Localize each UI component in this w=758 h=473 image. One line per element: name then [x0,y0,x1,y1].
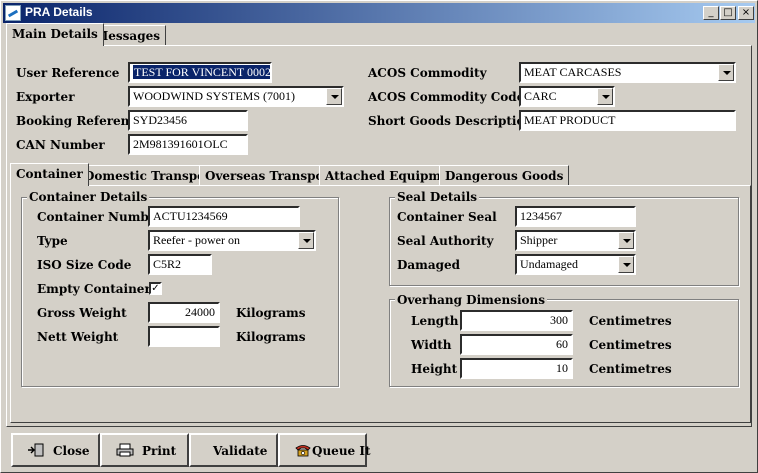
can-number-input[interactable]: 2M981391601OLC [128,134,248,155]
gross-weight-unit: Kilograms [236,306,306,320]
damaged-value: Undamaged [520,257,578,271]
close-window-button[interactable]: × [738,6,754,20]
gross-weight-input[interactable]: 24000 [148,302,220,323]
container-seal-input[interactable]: 1234567 [515,206,636,227]
acos-commodity-label: ACOS Commodity [368,66,487,80]
acos-commodity-value: MEAT CARCASES [524,65,622,79]
exit-door-icon [28,443,44,457]
container-details-title: Container Details [27,190,150,204]
minimize-button[interactable]: _ [703,6,719,20]
width-unit: Centimetres [589,338,672,352]
printer-icon [116,443,134,457]
type-label: Type [37,234,68,248]
width-input[interactable]: 60 [460,334,573,355]
user-reference-value: TEST FOR VINCENT 0002 [133,65,272,79]
iso-size-label: ISO Size Code [37,258,132,272]
nett-weight-unit: Kilograms [236,330,306,344]
tab-dangerous-goods[interactable]: Dangerous Goods [439,165,570,186]
acos-commodity-code-dropdown-icon[interactable] [597,88,613,105]
telephone-icon [295,445,311,457]
app-icon [5,5,21,21]
tab-container[interactable]: Container [10,163,89,186]
type-value: Reefer - power on [153,233,240,247]
seal-authority-label: Seal Authority [397,234,494,248]
close-label: Close [53,444,90,458]
acos-commodity-code-select[interactable]: CARC [519,86,615,107]
user-reference-label: User Reference [16,66,120,80]
empty-container-checkbox[interactable]: ✓ [149,282,162,295]
exporter-value: WOODWIND SYSTEMS (7001) [133,89,295,103]
gross-weight-label: Gross Weight [37,306,127,320]
user-reference-input[interactable]: TEST FOR VINCENT 0002 [128,62,272,83]
tab-main-details[interactable]: Main Details [6,23,104,46]
queue-it-label: Queue It [312,444,371,458]
container-number-label: Container Number [37,210,163,224]
nett-weight-input[interactable] [148,326,220,347]
validate-button[interactable]: Validate [189,433,278,467]
nett-weight-label: Nett Weight [37,330,119,344]
height-unit: Centimetres [589,362,672,376]
damaged-label: Damaged [397,258,461,272]
length-input[interactable]: 300 [460,310,573,331]
maximize-button[interactable]: □ [720,6,736,20]
can-number-label: CAN Number [16,138,105,152]
close-button[interactable]: Close [11,433,100,467]
exporter-select[interactable]: WOODWIND SYSTEMS (7001) [128,86,344,107]
damaged-select[interactable]: Undamaged [515,254,636,275]
height-label: Height [411,362,458,376]
exporter-dropdown-icon[interactable] [326,88,342,105]
overhang-dimensions-title: Overhang Dimensions [395,293,547,307]
height-input[interactable]: 10 [460,358,573,379]
seal-authority-value: Shipper [520,233,558,247]
queue-it-button[interactable]: Queue It [278,433,371,467]
booking-reference-input[interactable]: SYD23456 [128,110,248,131]
container-number-input[interactable]: ACTU1234569 [148,206,300,227]
booking-reference-label: Booking Reference [16,114,145,128]
short-goods-label: Short Goods Description [368,114,534,128]
print-button[interactable]: Print [100,433,189,467]
length-label: Length [411,314,459,328]
type-select[interactable]: Reefer - power on [148,230,316,251]
type-dropdown-icon[interactable] [298,232,314,249]
acos-commodity-code-label: ACOS Commodity Code [368,90,525,104]
container-seal-label: Container Seal [397,210,497,224]
empty-container-label: Empty Container [37,282,151,296]
print-label: Print [142,444,177,458]
damaged-dropdown-icon[interactable] [618,256,634,273]
pra-details-window: PRA Details _ □ × Main Details Messages … [0,0,758,473]
seal-authority-select[interactable]: Shipper [515,230,636,251]
width-label: Width [411,338,452,352]
acos-commodity-dropdown-icon[interactable] [718,64,734,81]
exporter-label: Exporter [16,90,75,104]
acos-commodity-code-value: CARC [524,89,557,103]
iso-size-input[interactable]: C5R2 [148,254,212,275]
seal-details-title: Seal Details [395,190,480,204]
validate-label: Validate [213,444,268,458]
seal-authority-dropdown-icon[interactable] [618,232,634,249]
title-bar[interactable]: PRA Details _ □ × [3,3,755,23]
length-unit: Centimetres [589,314,672,328]
window-title: PRA Details [25,5,93,19]
short-goods-input[interactable]: MEAT PRODUCT [519,110,736,131]
acos-commodity-select[interactable]: MEAT CARCASES [519,62,736,83]
